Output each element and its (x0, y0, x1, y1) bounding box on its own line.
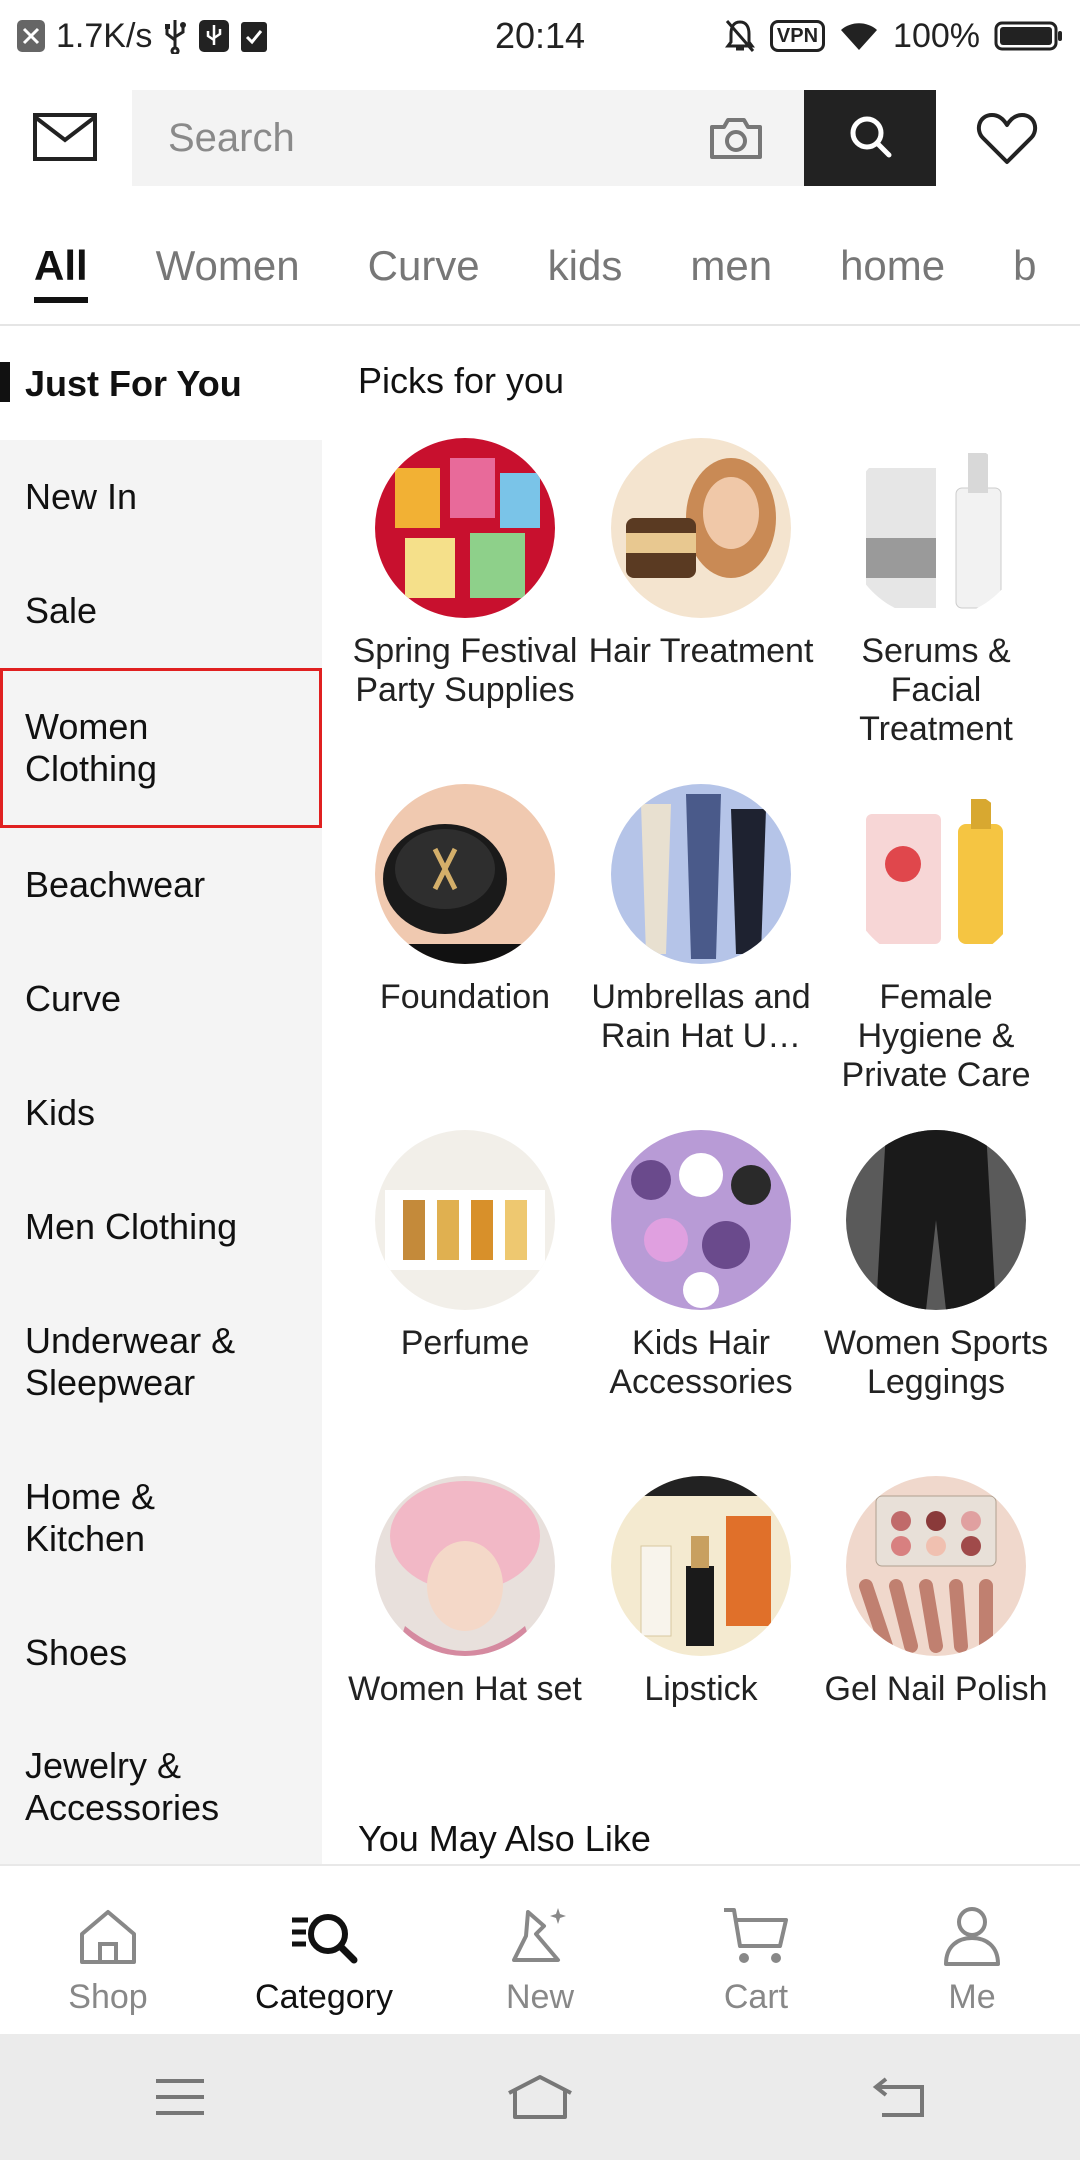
category-label: Kids Hair Accessories (609, 1324, 793, 1401)
nav-label: Cart (723, 1978, 789, 2016)
network-speed: 1.7K/s (56, 16, 153, 55)
usb-icon (162, 18, 188, 54)
nav-label: New (505, 1978, 575, 2016)
category-icon (284, 1900, 364, 1972)
category-content: Picks for you Spring Festival Party Supp… (322, 328, 1080, 1864)
home-icon[interactable] (500, 2067, 580, 2127)
category-item-foundation[interactable]: Foundation (347, 784, 583, 1017)
clipboard-icon (240, 19, 268, 53)
product-thumbnail (611, 1476, 791, 1656)
picks-title: Picks for you (358, 360, 565, 401)
tab-more[interactable]: b (1013, 226, 1036, 324)
product-thumbnail (375, 1130, 555, 1310)
battery-icon (994, 19, 1064, 53)
product-thumbnail (611, 784, 791, 964)
bottom-nav: Shop Category New Cart Me (0, 1864, 1080, 2034)
category-item-gel-nail[interactable]: Gel Nail Polish (818, 1476, 1054, 1709)
cart-icon (716, 1900, 796, 1972)
search-input[interactable]: Search (132, 90, 804, 186)
tab-all[interactable]: All (34, 226, 88, 324)
search-placeholder: Search (168, 115, 295, 160)
category-item-spring-festival[interactable]: Spring Festival Party Supplies (347, 438, 583, 710)
tab-home[interactable]: home (840, 226, 945, 324)
nav-label: Me (948, 1978, 996, 2016)
tab-men[interactable]: men (690, 226, 772, 324)
product-thumbnail (846, 1476, 1026, 1656)
nav-new[interactable]: New (432, 1866, 648, 2034)
nav-cart[interactable]: Cart (648, 1866, 864, 2034)
sidebar-item-jewelry-accessories[interactable]: Jewelry & Accessories (0, 1710, 322, 1864)
heart-icon[interactable] (976, 110, 1038, 166)
category-item-perfume[interactable]: Perfume (347, 1130, 583, 1363)
category-item-kids-hair[interactable]: Kids Hair Accessories (583, 1130, 819, 1402)
category-label: Lipstick (644, 1670, 758, 1708)
category-label: Serums & Facial Treatment (859, 632, 1013, 748)
usb-debug-icon (198, 19, 230, 53)
product-thumbnail (375, 438, 555, 618)
category-item-lipstick[interactable]: Lipstick (583, 1476, 819, 1709)
camera-icon[interactable] (704, 106, 768, 170)
nav-me[interactable]: Me (864, 1866, 1080, 2034)
category-label: Female Hygiene & Private Care (841, 978, 1031, 1094)
category-item-hair-treatment[interactable]: Hair Treatment (583, 438, 819, 671)
sidebar: Just For You New In Sale Women Clothing … (0, 328, 322, 1864)
category-label: Women Sports Leggings (823, 1324, 1049, 1401)
mute-icon (724, 18, 756, 54)
sidebar-item-beachwear[interactable]: Beachwear (0, 828, 322, 942)
category-label: Foundation (379, 978, 551, 1016)
product-thumbnail (375, 1476, 555, 1656)
category-item-women-hat[interactable]: Women Hat set (347, 1476, 583, 1709)
product-thumbnail (846, 784, 1026, 964)
product-thumbnail (611, 438, 791, 618)
sidebar-item-men-clothing[interactable]: Men Clothing (0, 1170, 322, 1284)
category-item-umbrellas[interactable]: Umbrellas and Rain Hat U… (583, 784, 819, 1056)
category-item-serums[interactable]: Serums & Facial Treatment (818, 438, 1054, 749)
menu-icon[interactable] (140, 2067, 220, 2127)
product-thumbnail (846, 1130, 1026, 1310)
product-thumbnail (846, 438, 1026, 618)
mail-icon[interactable] (32, 110, 98, 166)
tab-kids[interactable]: kids (548, 226, 623, 324)
me-icon (932, 1900, 1012, 1972)
system-nav-bar (0, 2034, 1080, 2160)
nav-label: Category (255, 1978, 393, 2016)
header: Search (0, 88, 1080, 188)
category-label: Gel Nail Polish (824, 1670, 1048, 1708)
shop-icon (68, 1900, 148, 1972)
close-icon (16, 19, 46, 53)
vpn-badge: VPN (769, 20, 826, 52)
category-item-female-hygiene[interactable]: Female Hygiene & Private Care (818, 784, 1054, 1095)
new-icon (500, 1900, 580, 1972)
sidebar-item-shoes[interactable]: Shoes (0, 1596, 322, 1710)
sidebar-item-underwear-sleepwear[interactable]: Underwear & Sleepwear (0, 1284, 322, 1440)
wifi-icon (839, 20, 879, 52)
category-label: Women Hat set (348, 1670, 582, 1708)
nav-shop[interactable]: Shop (0, 1866, 216, 2034)
category-label: Umbrellas and Rain Hat U… (591, 978, 811, 1055)
search-button[interactable] (804, 90, 936, 186)
category-tabs: All Women Curve kids men home b (0, 226, 1080, 326)
tab-curve[interactable]: Curve (368, 226, 480, 324)
sidebar-item-kids[interactable]: Kids (0, 1056, 322, 1170)
nav-label: Shop (68, 1978, 148, 2016)
search-icon (847, 113, 893, 164)
category-label: Spring Festival Party Supplies (352, 632, 578, 709)
nav-category[interactable]: Category (216, 1866, 432, 2034)
sidebar-item-women-clothing[interactable]: Women Clothing (0, 668, 322, 828)
category-item-leggings[interactable]: Women Sports Leggings (818, 1130, 1054, 1402)
sidebar-item-new-in[interactable]: New In (0, 440, 322, 554)
product-thumbnail (611, 1130, 791, 1310)
category-label: Hair Treatment (588, 632, 814, 670)
also-like-title: You May Also Like (358, 1818, 651, 1859)
back-icon[interactable] (860, 2067, 940, 2127)
sidebar-item-curve[interactable]: Curve (0, 942, 322, 1056)
product-thumbnail (375, 784, 555, 964)
sidebar-item-sale[interactable]: Sale (0, 554, 322, 668)
battery-percent: 100% (893, 16, 980, 55)
tab-women[interactable]: Women (156, 226, 300, 324)
category-label: Perfume (400, 1324, 530, 1362)
sidebar-item-just-for-you[interactable]: Just For You (0, 328, 322, 440)
status-bar: 1.7K/s 20:14 VPN 100% (0, 0, 1080, 72)
sidebar-item-home-kitchen[interactable]: Home & Kitchen (0, 1440, 322, 1596)
